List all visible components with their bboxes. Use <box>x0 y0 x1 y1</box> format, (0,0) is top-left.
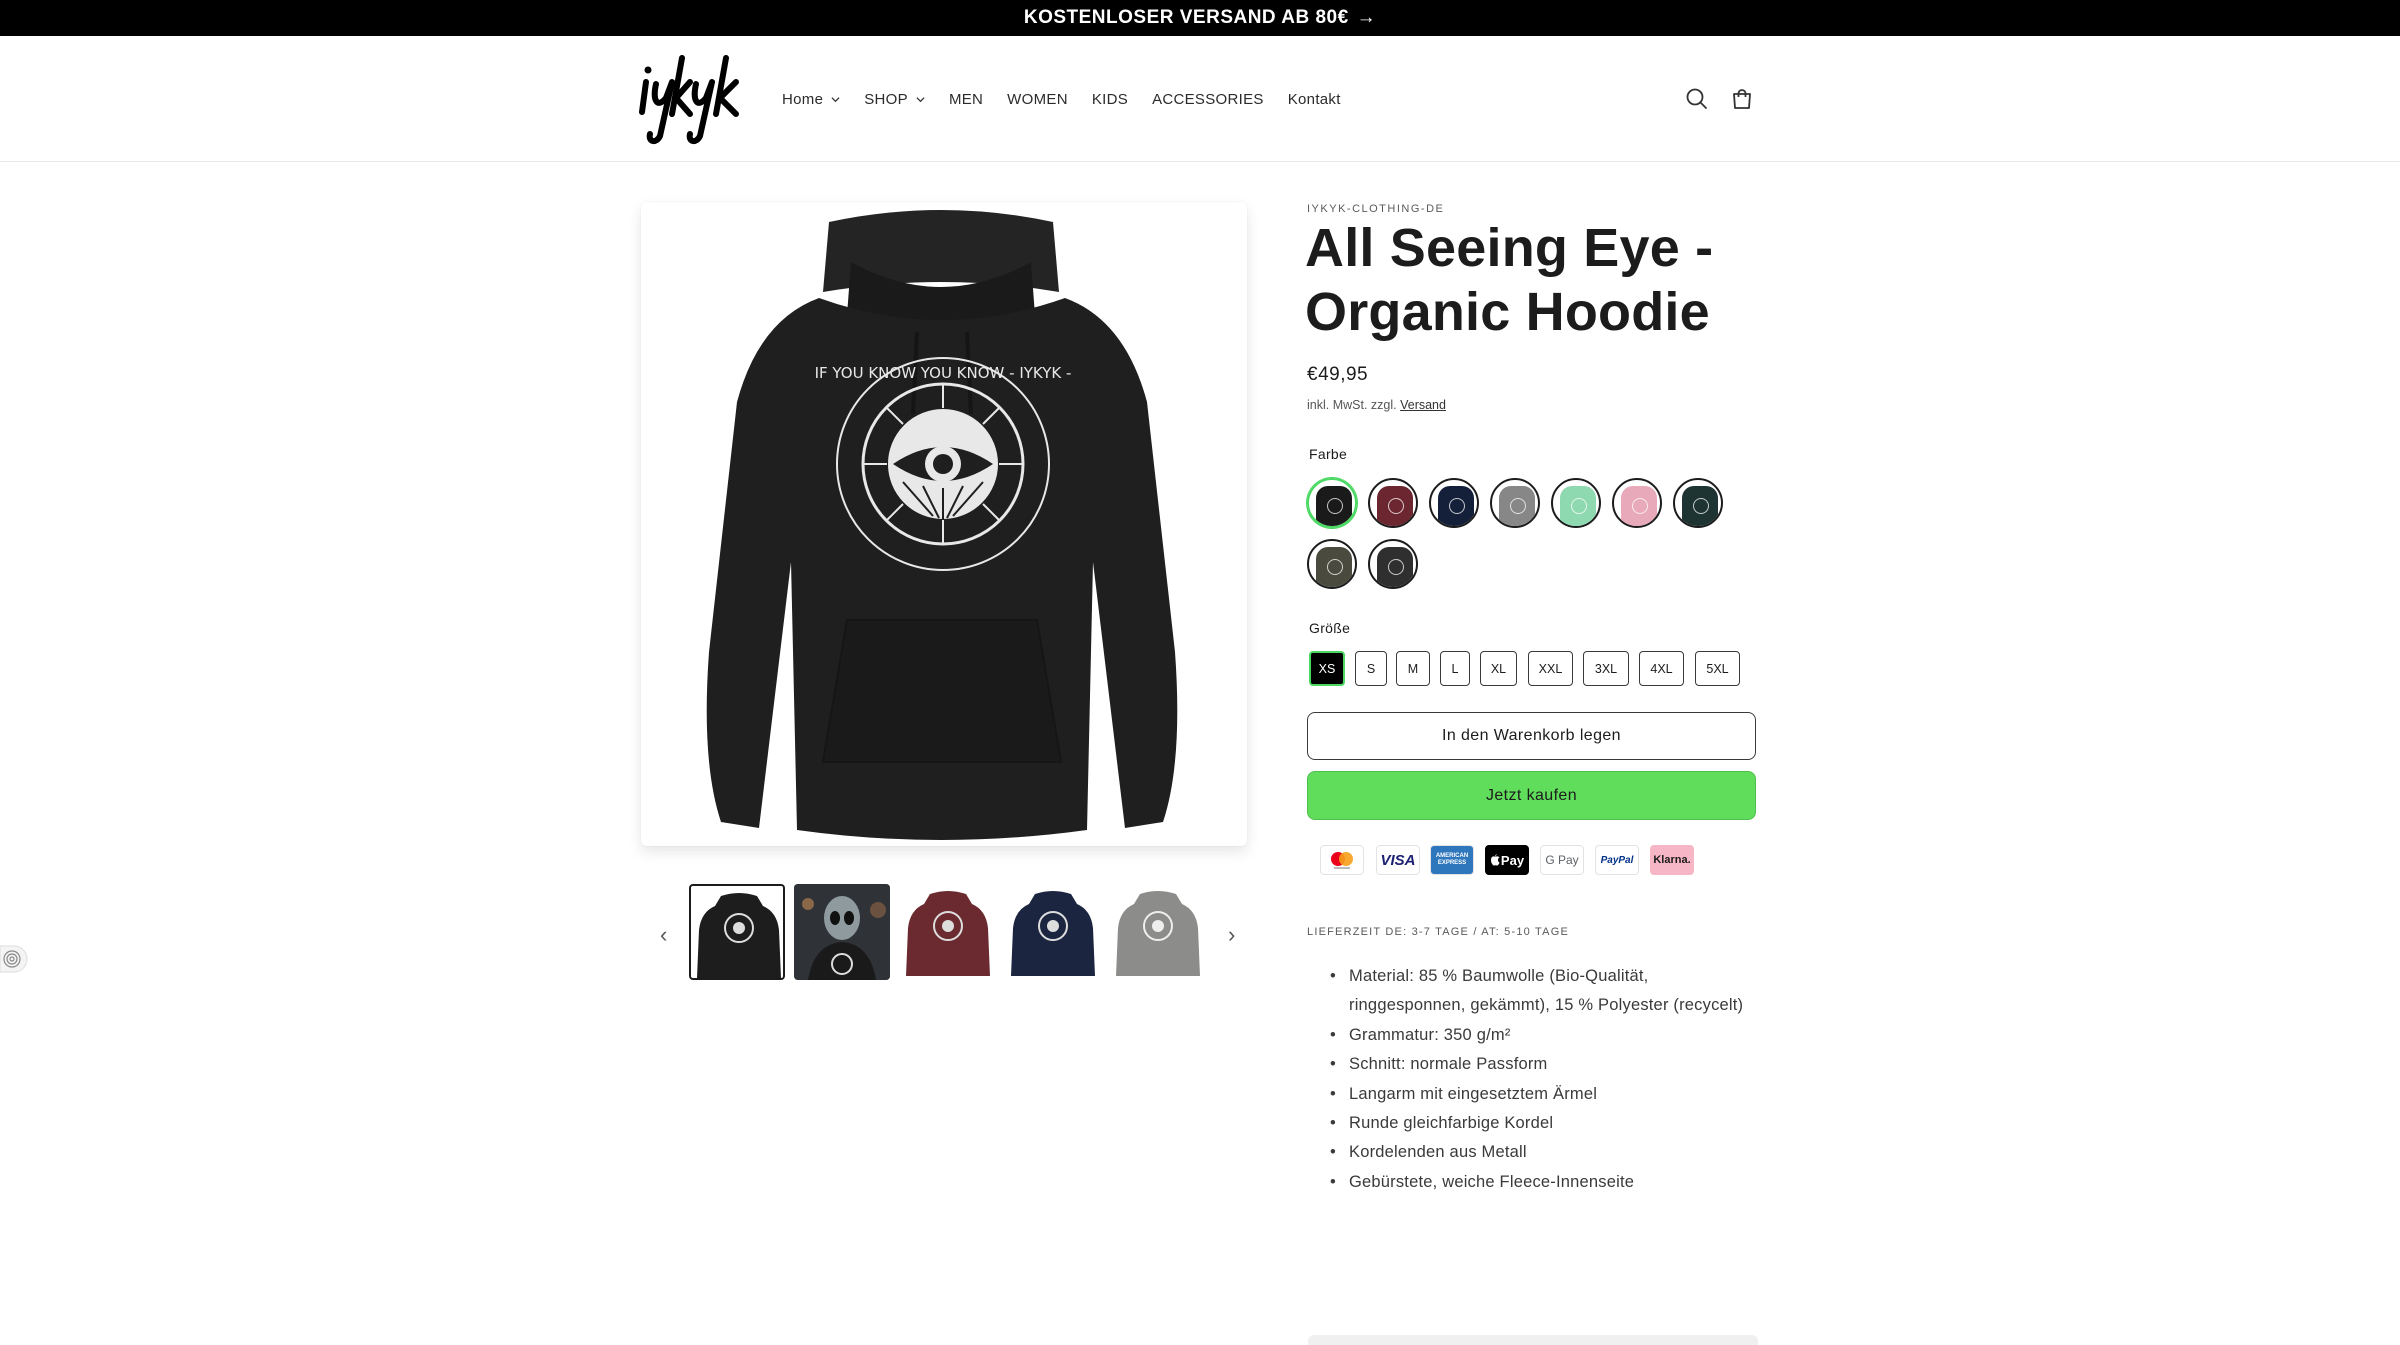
thumbnail-burgundy-hoodie[interactable] <box>900 884 996 980</box>
logo-graphic <box>639 55 739 144</box>
size-5xl[interactable]: 5XL <box>1695 651 1740 686</box>
chevron-down-icon <box>831 96 840 102</box>
iykyk-logo[interactable] <box>638 54 742 146</box>
apple-pay-label: Pay <box>1500 852 1525 868</box>
feature-kordel: Runde gleichfarbige Kordel <box>1349 1114 1554 1133</box>
tax-note-text: inkl. MwSt. zzgl. <box>1307 398 1397 412</box>
color-swatch-khaki[interactable] <box>1307 539 1357 589</box>
feature-item: Grammatur: 350 g/m² <box>1327 1021 1767 1051</box>
announcement-text: KOSTENLOSER VERSAND AB 80€ <box>1023 7 1349 28</box>
color-swatch-anthrazit[interactable] <box>1368 539 1418 589</box>
product-price: €49,95 <box>1307 364 1369 385</box>
color-swatch-rosa[interactable] <box>1612 478 1662 528</box>
size-l[interactable]: L <box>1440 651 1470 686</box>
feature-item: Runde gleichfarbige Kordel <box>1327 1109 1767 1139</box>
klarna-icon: Klarna. <box>1650 845 1694 875</box>
feature-grammatur: Grammatur: 350 g/m² <box>1349 1025 1511 1044</box>
american-express-icon: AMERICAN EXPRESS <box>1430 845 1474 875</box>
apple-pay-icon: Pay <box>1485 845 1529 875</box>
color-swatch-grau[interactable] <box>1490 478 1540 528</box>
size-4xl[interactable]: 4XL <box>1639 651 1684 686</box>
feature-material: Material: 85 % Baumwolle (Bio-Qualität, … <box>1349 967 1744 1015</box>
size-xs[interactable]: XS <box>1309 651 1345 686</box>
size-3xl[interactable]: 3XL <box>1583 651 1629 686</box>
nav-kontakt-label: Kontakt <box>1287 90 1341 108</box>
thumbnail-grey-hoodie[interactable] <box>1110 884 1206 980</box>
fingerprint-badge-icon[interactable] <box>0 944 28 974</box>
nav-accessories[interactable]: ACCESSORIES <box>1152 91 1264 108</box>
delivery-time: LIEFERZEIT DE: 3-7 TAGE / AT: 5-10 TAGE <box>1307 926 1569 938</box>
feature-item: Langarm mit eingesetztem Ärmel <box>1327 1080 1767 1110</box>
announcement-bar[interactable]: KOSTENLOSER VERSAND AB 80€ → <box>0 0 2400 36</box>
chevron-down-icon <box>916 96 925 102</box>
nav-men[interactable]: MEN <box>949 91 983 108</box>
cart-icon[interactable] <box>1728 85 1756 113</box>
nav-women-label: WOMEN <box>1007 90 1068 108</box>
hoodie-illustration: IF YOU KNOW YOU KNOW - IYKYK - <box>706 210 1178 840</box>
site-header: Home SHOP MEN WOMEN KIDS ACCESSORIES Kon… <box>0 36 2400 162</box>
mastercard-icon <box>1320 845 1364 875</box>
nav-kids[interactable]: KIDS <box>1092 91 1128 108</box>
thumbnail-black-hoodie[interactable] <box>689 884 785 980</box>
product-vendor: IYKYK-CLOTHING-DE <box>1307 203 1445 215</box>
feature-item: Schnitt: normale Passform <box>1327 1050 1767 1080</box>
color-swatch-schwarz[interactable] <box>1307 478 1357 528</box>
feature-item: Kordelenden aus Metall <box>1327 1138 1767 1168</box>
google-pay-icon: G Pay <box>1540 845 1584 875</box>
feature-langarm: Langarm mit eingesetztem Ärmel <box>1349 1084 1598 1103</box>
thumbnail-navy-hoodie[interactable] <box>1005 884 1101 980</box>
color-swatch-dunkelgruen[interactable] <box>1673 478 1723 528</box>
nav-kids-label: KIDS <box>1091 90 1129 108</box>
nav-kontakt[interactable]: Kontakt <box>1288 91 1341 108</box>
size-xxl[interactable]: XXL <box>1528 651 1573 686</box>
feature-item: Gebürstete, weiche Fleece-Innenseite <box>1327 1168 1767 1198</box>
main-nav: Home SHOP MEN WOMEN KIDS ACCESSORIES Kon… <box>782 36 1365 162</box>
product-main-image[interactable]: IF YOU KNOW YOU KNOW - IYKYK - <box>641 202 1247 846</box>
feature-fleece: Gebürstete, weiche Fleece-Innenseite <box>1349 1172 1635 1191</box>
nav-shop-label: SHOP <box>864 90 908 108</box>
arrow-right-icon: → <box>1356 7 1377 28</box>
feature-list: Material: 85 % Baumwolle (Bio-Qualität, … <box>1327 962 1767 1198</box>
visa-icon: VISA <box>1376 845 1420 875</box>
search-icon[interactable] <box>1683 85 1711 113</box>
feature-item: Material: 85 % Baumwolle (Bio-Qualität, … <box>1327 962 1767 1021</box>
size-label: Größe <box>1309 620 1351 636</box>
buy-now-button[interactable]: Jetzt kaufen <box>1307 771 1756 820</box>
size-s[interactable]: S <box>1355 651 1387 686</box>
feature-schnitt: Schnitt: normale Passform <box>1349 1055 1548 1074</box>
collapsible-panel-edge[interactable] <box>1308 1335 1758 1345</box>
color-label: Farbe <box>1309 446 1348 462</box>
thumbnail-alien-model-photo[interactable] <box>794 884 890 980</box>
nav-accessories-label: ACCESSORIES <box>1152 90 1264 108</box>
nav-home[interactable]: Home <box>782 91 840 108</box>
tax-note: inkl. MwSt. zzgl. Versand <box>1307 398 1446 412</box>
paypal-icon: PayPal <box>1595 845 1639 875</box>
color-swatch-navy[interactable] <box>1429 478 1479 528</box>
nav-shop[interactable]: SHOP <box>864 91 925 108</box>
nav-home-label: Home <box>782 90 824 108</box>
size-m[interactable]: M <box>1396 651 1430 686</box>
thumbnail-slider <box>650 880 1246 984</box>
print-ring-text: IF YOU KNOW YOU KNOW - IYKYK - <box>815 364 1072 382</box>
shipping-link[interactable]: Versand <box>1400 398 1446 412</box>
product-title: All Seeing Eye - Organic Hoodie <box>1305 218 1714 342</box>
nav-men-label: MEN <box>948 90 984 108</box>
size-xl[interactable]: XL <box>1480 651 1517 686</box>
add-to-cart-button[interactable]: In den Warenkorb legen <box>1307 712 1756 760</box>
feature-kordelenden: Kordelenden aus Metall <box>1349 1143 1527 1162</box>
color-swatch-burgundy[interactable] <box>1368 478 1418 528</box>
color-swatch-mint[interactable] <box>1551 478 1601 528</box>
nav-women[interactable]: WOMEN <box>1007 91 1068 108</box>
